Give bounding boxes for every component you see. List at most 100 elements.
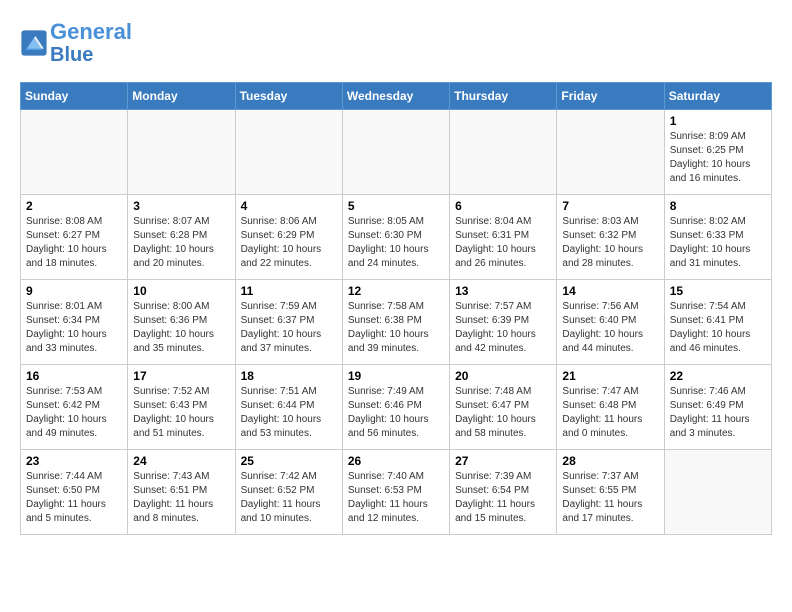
calendar-cell [342,110,449,195]
calendar-cell: 25Sunrise: 7:42 AM Sunset: 6:52 PM Dayli… [235,450,342,535]
calendar-cell [21,110,128,195]
calendar-cell: 26 Sunrise: 7:40 AM Sunset: 6:53 PM Dayli… [342,450,449,535]
day-info: Sunrise: 7:43 AM Sunset: 6:51 PM Dayligh… [133,470,229,526]
calendar-week-row: 9 Sunrise: 8:01 AM Sunset: 6:34 PM Daylig… [21,280,772,365]
calendar-cell: 7Sunrise: 8:03 AM Sunset: 6:32 PM Daylig… [557,195,664,280]
calendar-cell [664,450,771,535]
logo-text: General Blue [50,20,132,66]
day-info: Sunrise: 7:54 AM Sunset: 6:41 PM Dayligh… [670,300,766,356]
day-number: 22 [670,369,766,383]
calendar-cell: 2 Sunrise: 8:08 AM Sunset: 6:27 PM Daylig… [21,195,128,280]
day-info: Sunrise: 8:02 AM Sunset: 6:33 PM Dayligh… [670,215,766,271]
day-number: 18 [241,369,337,383]
calendar-cell: 6 Sunrise: 8:04 AM Sunset: 6:31 PM Daylig… [450,195,557,280]
calendar-cell: 17 Sunrise: 7:52 AM Sunset: 6:43 PM Dayli… [128,365,235,450]
day-number: 16 [26,369,122,383]
day-number: 14 [562,284,658,298]
day-info: Sunrise: 7:48 AM Sunset: 6:47 PM Dayligh… [455,385,551,441]
day-number: 19 [348,369,444,383]
calendar-cell: 24 Sunrise: 7:43 AM Sunset: 6:51 PM Dayli… [128,450,235,535]
day-info: Sunrise: 7:53 AM Sunset: 6:42 PM Dayligh… [26,385,122,441]
header-friday: Friday [557,83,664,110]
calendar-cell: 1 Sunrise: 8:09 AM Sunset: 6:25 PM Daylig… [664,110,771,195]
day-info: Sunrise: 8:07 AM Sunset: 6:28 PM Dayligh… [133,215,229,271]
day-number: 9 [26,284,122,298]
day-number: 4 [241,199,337,213]
day-number: 21 [562,369,658,383]
page-header: General Blue [20,20,772,66]
day-number: 7 [562,199,658,213]
calendar-cell [557,110,664,195]
calendar-cell: 3 Sunrise: 8:07 AM Sunset: 6:28 PM Daylig… [128,195,235,280]
day-info: Sunrise: 7:51 AM Sunset: 6:44 PM Dayligh… [241,385,337,441]
calendar-cell [128,110,235,195]
day-number: 15 [670,284,766,298]
day-info: Sunrise: 7:40 AM Sunset: 6:53 PM Dayligh… [348,470,444,526]
day-info: Sunrise: 8:06 AM Sunset: 6:29 PM Dayligh… [241,215,337,271]
day-info: Sunrise: 8:01 AM Sunset: 6:34 PM Dayligh… [26,300,122,356]
day-number: 20 [455,369,551,383]
calendar-cell: 10Sunrise: 8:00 AM Sunset: 6:36 PM Dayli… [128,280,235,365]
day-info: Sunrise: 7:39 AM Sunset: 6:54 PM Dayligh… [455,470,551,526]
calendar-cell: 12 Sunrise: 7:58 AM Sunset: 6:38 PM Dayli… [342,280,449,365]
day-info: Sunrise: 8:08 AM Sunset: 6:27 PM Dayligh… [26,215,122,271]
calendar-cell: 9 Sunrise: 8:01 AM Sunset: 6:34 PM Daylig… [21,280,128,365]
day-number: 1 [670,114,766,128]
day-number: 24 [133,454,229,468]
calendar-cell: 14 Sunrise: 7:56 AM Sunset: 6:40 PM Dayli… [557,280,664,365]
calendar-cell [450,110,557,195]
day-info: Sunrise: 7:56 AM Sunset: 6:40 PM Dayligh… [562,300,658,356]
calendar-cell: 23 Sunrise: 7:44 AM Sunset: 6:50 PM Dayli… [21,450,128,535]
calendar-cell: 22 Sunrise: 7:46 AM Sunset: 6:49 PM Dayli… [664,365,771,450]
calendar-week-row: 16 Sunrise: 7:53 AM Sunset: 6:42 PM Dayli… [21,365,772,450]
day-number: 23 [26,454,122,468]
calendar-cell: 11 Sunrise: 7:59 AM Sunset: 6:37 PM Dayli… [235,280,342,365]
day-info: Sunrise: 7:58 AM Sunset: 6:38 PM Dayligh… [348,300,444,356]
calendar-cell: 28 Sunrise: 7:37 AM Sunset: 6:55 PM Dayli… [557,450,664,535]
day-info: Sunrise: 7:44 AM Sunset: 6:50 PM Dayligh… [26,470,122,526]
day-number: 10 [133,284,229,298]
day-number: 3 [133,199,229,213]
day-number: 8 [670,199,766,213]
day-number: 12 [348,284,444,298]
day-number: 11 [241,284,337,298]
calendar-cell: 21 Sunrise: 7:47 AM Sunset: 6:48 PM Dayli… [557,365,664,450]
calendar-week-row: 2 Sunrise: 8:08 AM Sunset: 6:27 PM Daylig… [21,195,772,280]
day-number: 5 [348,199,444,213]
day-info: Sunrise: 7:59 AM Sunset: 6:37 PM Dayligh… [241,300,337,356]
calendar-body: 1 Sunrise: 8:09 AM Sunset: 6:25 PM Daylig… [21,110,772,535]
day-number: 27 [455,454,551,468]
day-info: Sunrise: 7:46 AM Sunset: 6:49 PM Dayligh… [670,385,766,441]
day-info: Sunrise: 7:47 AM Sunset: 6:48 PM Dayligh… [562,385,658,441]
calendar-cell: 13Sunrise: 7:57 AM Sunset: 6:39 PM Dayli… [450,280,557,365]
calendar-cell: 15 Sunrise: 7:54 AM Sunset: 6:41 PM Dayli… [664,280,771,365]
day-number: 25 [241,454,337,468]
calendar-week-row: 23 Sunrise: 7:44 AM Sunset: 6:50 PM Dayli… [21,450,772,535]
logo: General Blue [20,20,132,66]
day-info: Sunrise: 8:05 AM Sunset: 6:30 PM Dayligh… [348,215,444,271]
day-number: 2 [26,199,122,213]
day-info: Sunrise: 8:04 AM Sunset: 6:31 PM Dayligh… [455,215,551,271]
calendar-week-row: 1 Sunrise: 8:09 AM Sunset: 6:25 PM Daylig… [21,110,772,195]
header-saturday: Saturday [664,83,771,110]
logo-icon [20,29,48,57]
header-wednesday: Wednesday [342,83,449,110]
day-number: 26 [348,454,444,468]
calendar-cell: 19 Sunrise: 7:49 AM Sunset: 6:46 PM Dayli… [342,365,449,450]
header-monday: Monday [128,83,235,110]
day-info: Sunrise: 7:37 AM Sunset: 6:55 PM Dayligh… [562,470,658,526]
header-tuesday: Tuesday [235,83,342,110]
day-info: Sunrise: 7:49 AM Sunset: 6:46 PM Dayligh… [348,385,444,441]
day-number: 28 [562,454,658,468]
header-sunday: Sunday [21,83,128,110]
day-number: 6 [455,199,551,213]
calendar-cell: 16 Sunrise: 7:53 AM Sunset: 6:42 PM Dayli… [21,365,128,450]
calendar-cell: 8 Sunrise: 8:02 AM Sunset: 6:33 PM Daylig… [664,195,771,280]
calendar-cell: 20 Sunrise: 7:48 AM Sunset: 6:47 PM Dayli… [450,365,557,450]
day-info: Sunrise: 7:52 AM Sunset: 6:43 PM Dayligh… [133,385,229,441]
day-number: 13 [455,284,551,298]
day-number: 17 [133,369,229,383]
day-info: Sunrise: 8:09 AM Sunset: 6:25 PM Dayligh… [670,130,766,186]
header-thursday: Thursday [450,83,557,110]
calendar-cell: 27 Sunrise: 7:39 AM Sunset: 6:54 PM Dayli… [450,450,557,535]
